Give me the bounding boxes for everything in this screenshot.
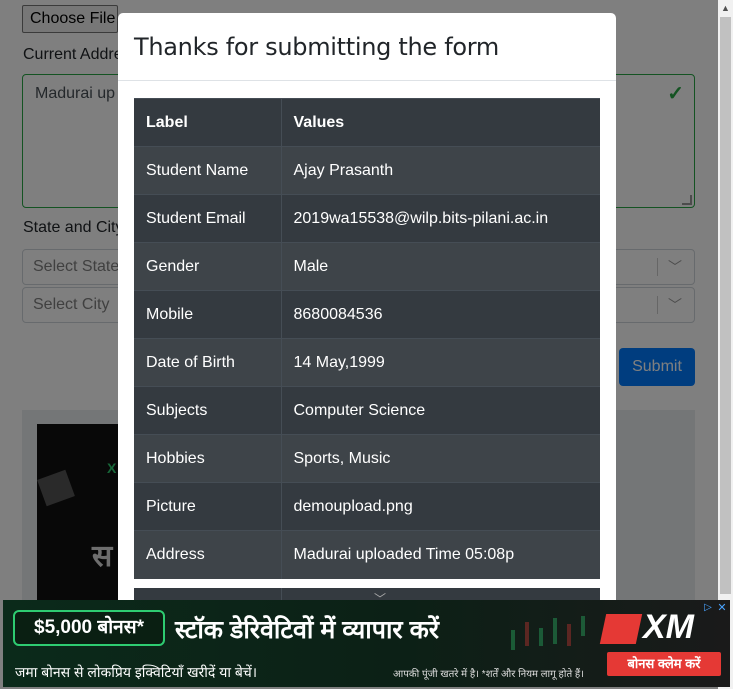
ad-close-icon[interactable]: ✕ bbox=[716, 602, 728, 614]
table-row: Gender Male bbox=[134, 242, 600, 291]
column-header-label: Label bbox=[134, 98, 282, 147]
column-header-values: Values bbox=[281, 98, 600, 147]
page-scrollbar[interactable]: ▲ bbox=[718, 0, 733, 689]
table-row: Student Name Ajay Prasanth bbox=[134, 146, 600, 195]
table-row: Mobile 8680084536 bbox=[134, 290, 600, 339]
row-label: Subjects bbox=[134, 386, 282, 435]
table-row: Picture demoupload.png bbox=[134, 482, 600, 531]
claim-bonus-button[interactable]: बोनस क्लेम करें bbox=[607, 652, 721, 676]
table-header-row: Label Values bbox=[134, 98, 600, 147]
table-row: Hobbies Sports, Music bbox=[134, 434, 600, 483]
ad-subline: जमा बोनस से लोकप्रिय इक्विटियाँ खरीदें य… bbox=[15, 664, 258, 680]
row-value: Madurai uploaded Time 05:08p bbox=[281, 530, 600, 579]
submission-table: Label Values Student Name Ajay Prasanth … bbox=[134, 98, 600, 579]
xm-logo-text: XM bbox=[643, 608, 694, 646]
xm-logo[interactable]: XM bbox=[599, 608, 694, 647]
row-value: demoupload.png bbox=[281, 482, 600, 531]
scroll-up-arrow-icon[interactable]: ▲ bbox=[718, 0, 733, 17]
table-row: Subjects Computer Science bbox=[134, 386, 600, 435]
row-label: Hobbies bbox=[134, 434, 282, 483]
scroll-thumb[interactable] bbox=[720, 17, 731, 594]
row-label: Student Email bbox=[134, 194, 282, 243]
xm-logo-mark-icon bbox=[599, 614, 643, 645]
row-label: Mobile bbox=[134, 290, 282, 339]
ad-headline[interactable]: स्टॉक डेरिवेटिवों में व्यापार करें bbox=[175, 612, 439, 646]
row-value: Sports, Music bbox=[281, 434, 600, 483]
row-label: Student Name bbox=[134, 146, 282, 195]
row-label: Address bbox=[134, 530, 282, 579]
modal-title: Thanks for submitting the form bbox=[134, 33, 499, 61]
modal-header: Thanks for submitting the form bbox=[118, 13, 616, 81]
row-value: Computer Science bbox=[281, 386, 600, 435]
row-label: Date of Birth bbox=[134, 338, 282, 387]
submission-modal: Thanks for submitting the form Label Val… bbox=[118, 13, 616, 613]
row-value: Ajay Prasanth bbox=[281, 146, 600, 195]
table-row: Address Madurai uploaded Time 05:08p bbox=[134, 530, 600, 579]
ad-info-icon[interactable]: ▷ bbox=[702, 602, 714, 614]
row-label: Gender bbox=[134, 242, 282, 291]
ad-banner[interactable]: $5,000 बोनस* स्टॉक डेरिवेटिवों में व्याप… bbox=[3, 600, 730, 687]
row-value: 14 May,1999 bbox=[281, 338, 600, 387]
ad-disclaimer: आपकी पूंजी खतरे में है। *शर्तें और नियम … bbox=[393, 669, 585, 680]
ad-bonus-badge[interactable]: $5,000 बोनस* bbox=[13, 610, 165, 646]
table-row: Student Email 2019wa15538@wilp.bits-pila… bbox=[134, 194, 600, 243]
row-value: Male bbox=[281, 242, 600, 291]
row-label: Picture bbox=[134, 482, 282, 531]
row-value: 2019wa15538@wilp.bits-pilani.ac.in bbox=[281, 194, 600, 243]
candlestick-decoration-icon bbox=[511, 616, 585, 650]
row-value: 8680084536 bbox=[281, 290, 600, 339]
table-row: Date of Birth 14 May,1999 bbox=[134, 338, 600, 387]
